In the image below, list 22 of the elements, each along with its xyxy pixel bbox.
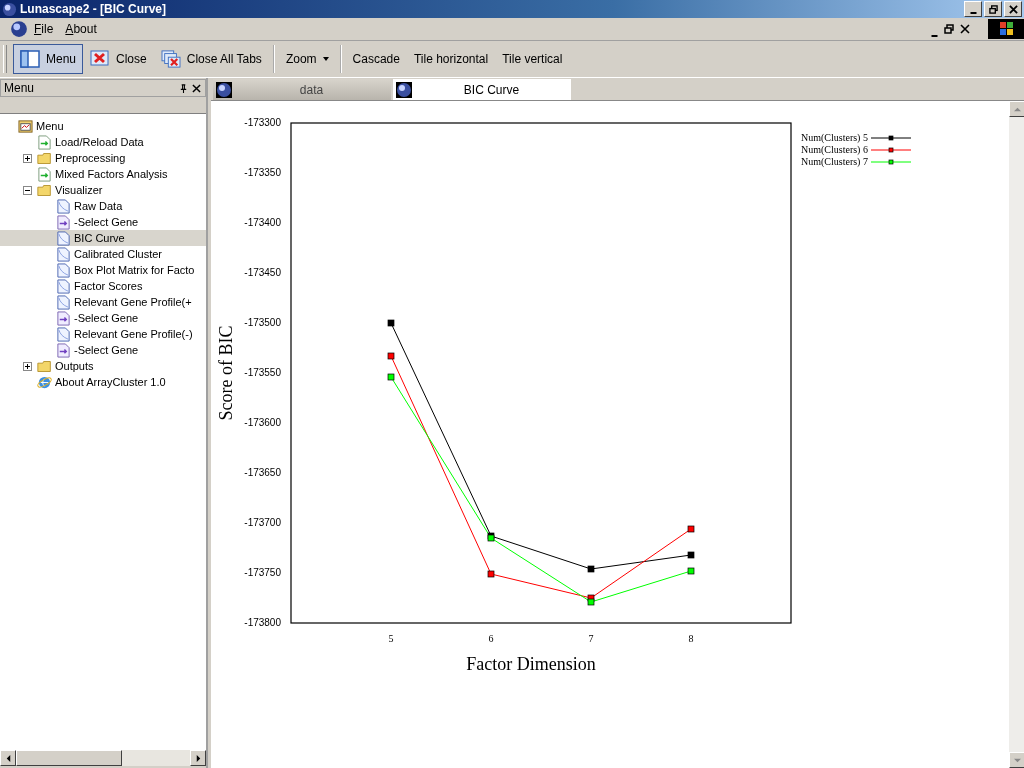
legend-label: Num(Clusters) 7 <box>801 156 868 167</box>
axis-tick-label: 8 <box>688 633 694 644</box>
axis-tick-label: -173600 <box>244 417 281 428</box>
axis-tick-label: -173500 <box>244 317 281 328</box>
axis-tick-label: -173750 <box>244 567 281 578</box>
axis-tick-label: -173650 <box>244 467 281 478</box>
window-title: Lunascape2 - [BIC Curve] <box>20 2 167 16</box>
legend-label: Num(Clusters) 6 <box>801 144 868 155</box>
axis-tick-label: -173350 <box>244 167 281 178</box>
panel-title: Menu <box>4 81 35 95</box>
axis-title: Factor Dimension <box>466 654 596 674</box>
legend-label: Num(Clusters) 5 <box>801 132 868 143</box>
axis-tick-label: -173800 <box>244 617 281 628</box>
axis-tick-label: 6 <box>488 633 494 644</box>
axis-tick-label: -173550 <box>244 367 281 378</box>
axis-tick-label: -173450 <box>244 267 281 278</box>
axis-tick-label: 5 <box>388 633 394 644</box>
axis-title: Score of BIC <box>216 325 236 421</box>
axis-tick-label: -173300 <box>244 117 281 128</box>
axis-tick-label: -173700 <box>244 517 281 528</box>
axis-tick-label: 7 <box>588 633 594 644</box>
axis-tick-label: -173400 <box>244 217 281 228</box>
